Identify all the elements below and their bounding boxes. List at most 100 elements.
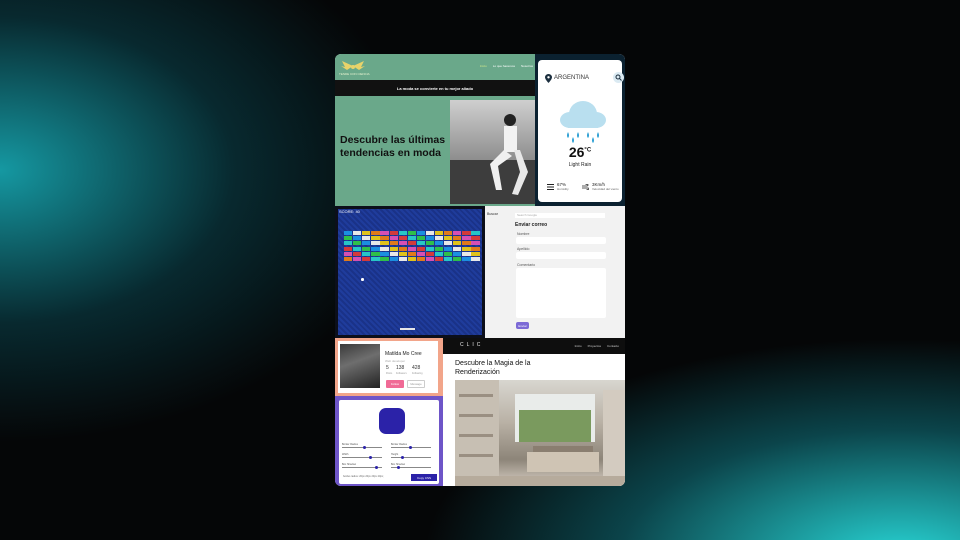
game-brick [453, 231, 462, 235]
render-studio-preview[interactable]: CLIC Inicio Proyectos Contacto Descubre … [443, 338, 625, 486]
game-brick [444, 236, 453, 241]
fashion-logo-text: TENDE CON CIENCIA [339, 72, 370, 76]
form-field-label: Nombre [517, 232, 530, 236]
slider-track[interactable] [342, 457, 382, 458]
render-title: Descubre la Magia de la Renderización [455, 360, 531, 376]
form-field-label: Comentario [517, 263, 536, 267]
control-label: Border Radius [342, 443, 358, 446]
game-brick [398, 231, 407, 235]
shape-generator-preview: Border Radius Border Radius Width Height… [335, 396, 443, 486]
game-brick [344, 231, 353, 235]
game-brick [362, 231, 371, 235]
form-title: Enviar correo [515, 222, 548, 228]
contact-form-preview: Buscar Search Google Enviar correo Nombr… [485, 206, 625, 338]
fashion-nav-item[interactable]: Nosotros [521, 64, 533, 68]
profile-role: Web developer [385, 359, 406, 363]
game-brick [462, 241, 471, 246]
last-name-input[interactable] [516, 252, 606, 259]
game-paddle[interactable] [400, 328, 415, 330]
game-brick [444, 231, 453, 235]
render-nav-item[interactable]: Proyectos [588, 344, 601, 348]
game-brick [407, 241, 416, 246]
game-brick [353, 236, 362, 241]
game-brick [471, 241, 480, 246]
game-brick [353, 246, 362, 251]
fashion-nav-item[interactable]: Inicio [480, 64, 487, 68]
game-brick [362, 241, 371, 246]
form-search-input[interactable]: Search Google [515, 213, 605, 218]
follow-button[interactable]: Follow [386, 380, 404, 388]
copy-css-button[interactable]: Copy CSS [411, 474, 437, 481]
slider-knob[interactable] [369, 456, 372, 459]
game-brick [444, 257, 453, 261]
game-score: SCORE: 40 [339, 209, 360, 214]
profile-stat-value: 138 [396, 365, 405, 371]
fashion-page-preview[interactable]: TENDE CON CIENCIA Inicio Lo que hacemos … [335, 54, 535, 206]
slider-track[interactable] [342, 447, 382, 448]
profile-stat-label: Posts [386, 372, 393, 375]
first-name-input[interactable] [516, 237, 606, 244]
fashion-nav-item[interactable]: Lo que hacemos [493, 64, 515, 68]
temperature-unit: °C [584, 147, 592, 154]
weather-temperature: 26°C [535, 144, 625, 160]
game-brick [371, 241, 380, 246]
render-nav-item[interactable]: Contacto [607, 344, 619, 348]
humidity-icon [547, 184, 554, 190]
profile-stat-label: Following [412, 372, 423, 375]
control-label: Height [391, 453, 399, 456]
game-brick [380, 251, 389, 256]
slider-knob[interactable] [401, 456, 404, 459]
game-brick [453, 251, 462, 256]
slider-knob[interactable] [375, 466, 378, 469]
wind-icon [582, 184, 589, 190]
game-brick [416, 257, 426, 261]
fashion-nav: Inicio Lo que hacemos Nosotros [480, 64, 533, 68]
game-brick [471, 231, 480, 235]
form-search-bar: Buscar Search Google [485, 210, 625, 218]
game-brick [389, 241, 398, 246]
profile-stat-value: 428 [412, 365, 421, 371]
game-field[interactable] [338, 209, 482, 335]
game-brick [435, 246, 444, 251]
game-brick [389, 231, 398, 235]
game-brick [407, 231, 416, 235]
comment-textarea[interactable] [516, 268, 606, 318]
control-label: Box Shadow [342, 463, 357, 466]
game-brick [344, 257, 353, 261]
weather-search-button[interactable] [613, 72, 624, 83]
game-brick [435, 251, 444, 256]
render-nav-item[interactable]: Inicio [575, 344, 582, 348]
location-pin-icon [545, 74, 552, 83]
game-brick [444, 241, 453, 246]
control-label: Border Radius [391, 443, 407, 446]
bedroom-render-icon [455, 380, 625, 486]
game-brick [471, 236, 480, 241]
game-brick [380, 257, 389, 261]
game-brick [407, 236, 416, 241]
control-label: Width [342, 453, 349, 456]
render-nav: Inicio Proyectos Contacto [575, 344, 619, 348]
css-code-output: border-radius: 20px 20px 20px 20px; [343, 475, 384, 478]
render-header: CLIC Inicio Proyectos Contacto [443, 338, 625, 354]
game-brick [462, 251, 471, 256]
game-brick [435, 241, 444, 246]
game-brick [344, 251, 353, 256]
slider-track[interactable] [391, 457, 431, 458]
game-brick [444, 246, 453, 251]
game-brick [398, 236, 407, 241]
slider-knob[interactable] [363, 446, 366, 449]
game-brick [371, 257, 380, 261]
game-brick [389, 257, 398, 261]
weather-card: ARGENTINA [538, 60, 624, 202]
slider-knob[interactable] [397, 466, 400, 469]
fashion-banner: La moda se convierte en tu mejor aliado [335, 80, 535, 96]
weather-app-preview[interactable]: ARGENTINA 26°C Light Rain 67% Humidity 3… [535, 54, 625, 206]
message-button[interactable]: Message [407, 380, 425, 388]
slider-knob[interactable] [409, 446, 412, 449]
submit-button[interactable]: Enviar [516, 322, 529, 329]
game-brick [425, 251, 435, 256]
game-brick [344, 246, 353, 251]
game-brick [453, 241, 462, 246]
breakout-game-preview[interactable]: SCORE: 40 [335, 206, 485, 338]
game-brick [371, 236, 380, 241]
